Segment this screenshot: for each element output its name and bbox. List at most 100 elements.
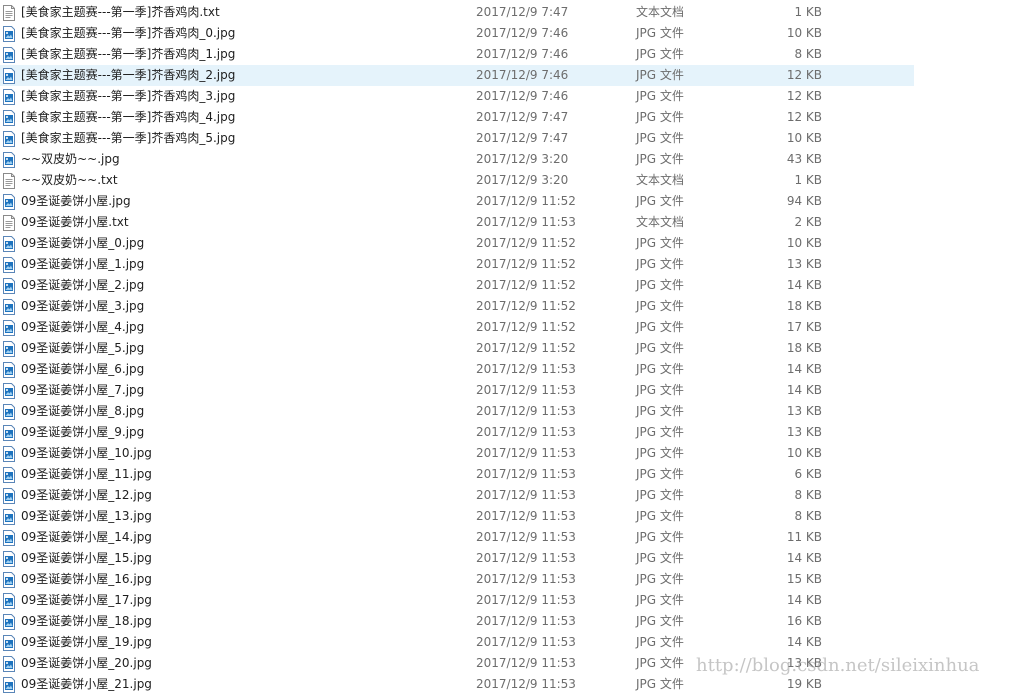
image-file-icon: [2, 299, 16, 315]
file-row[interactable]: 09圣诞姜饼小屋_1.jpg 2017/12/9 11:52 JPG 文件 13 KB: [0, 254, 1026, 275]
file-size: 13 KB: [786, 257, 822, 271]
image-file-icon: [2, 383, 16, 399]
file-date: 2017/12/9 11:53: [476, 551, 576, 565]
file-date: 2017/12/9 11:53: [476, 425, 576, 439]
file-type: JPG 文件: [636, 278, 684, 292]
file-date: 2017/12/9 11:53: [476, 215, 576, 229]
file-name: ~~双皮奶~~.jpg: [21, 152, 120, 166]
file-row[interactable]: [美食家主题赛---第一季]芥香鸡肉_0.jpg 2017/12/9 7:46 JP…: [0, 23, 1026, 44]
file-row[interactable]: 09圣诞姜饼小屋_4.jpg 2017/12/9 11:52 JPG 文件 17 KB: [0, 317, 1026, 338]
file-row[interactable]: [美食家主题赛---第一季]芥香鸡肉_2.jpg 2017/12/9 7:46 JP…: [0, 65, 1026, 86]
file-type: JPG 文件: [636, 131, 684, 145]
file-row[interactable]: 09圣诞姜饼小屋_7.jpg 2017/12/9 11:53 JPG 文件 14 KB: [0, 380, 1026, 401]
file-type: JPG 文件: [636, 467, 684, 481]
file-row[interactable]: [美食家主题赛---第一季]芥香鸡肉_4.jpg 2017/12/9 7:47 JP…: [0, 107, 1026, 128]
file-row[interactable]: 09圣诞姜饼小屋_15.jpg 2017/12/9 11:53 JPG 文件 14 K…: [0, 548, 1026, 569]
file-name: 09圣诞姜饼小屋_15.jpg: [21, 551, 152, 565]
file-size: 1 KB: [794, 173, 822, 187]
file-size: 43 KB: [786, 152, 822, 166]
file-name: [美食家主题赛---第一季]芥香鸡肉_3.jpg: [21, 89, 236, 103]
file-row[interactable]: 09圣诞姜饼小屋_17.jpg 2017/12/9 11:53 JPG 文件 14 K…: [0, 590, 1026, 611]
file-size: 16 KB: [786, 614, 822, 628]
file-type: JPG 文件: [636, 551, 684, 565]
file-size: 1 KB: [794, 5, 822, 19]
image-file-icon: [2, 131, 16, 147]
image-file-icon: [2, 614, 16, 630]
file-size: 10 KB: [786, 26, 822, 40]
file-name: 09圣诞姜饼小屋_19.jpg: [21, 635, 152, 649]
file-name: 09圣诞姜饼小屋_16.jpg: [21, 572, 152, 586]
file-name: [美食家主题赛---第一季]芥香鸡肉_1.jpg: [21, 47, 236, 61]
file-row[interactable]: 09圣诞姜饼小屋.jpg 2017/12/9 11:52 JPG 文件 94 KB: [0, 191, 1026, 212]
file-size: 14 KB: [786, 551, 822, 565]
file-row[interactable]: 09圣诞姜饼小屋_8.jpg 2017/12/9 11:53 JPG 文件 13 KB: [0, 401, 1026, 422]
file-date: 2017/12/9 11:53: [476, 572, 576, 586]
file-name: 09圣诞姜饼小屋_6.jpg: [21, 362, 145, 376]
file-date: 2017/12/9 11:53: [476, 656, 576, 670]
file-row[interactable]: 09圣诞姜饼小屋_6.jpg 2017/12/9 11:53 JPG 文件 14 KB: [0, 359, 1026, 380]
file-type: JPG 文件: [636, 635, 684, 649]
image-file-icon: [2, 68, 16, 84]
image-file-icon: [2, 89, 16, 105]
file-size: 11 KB: [786, 530, 822, 544]
text-file-icon: [2, 173, 16, 189]
file-type: JPG 文件: [636, 110, 684, 124]
file-row[interactable]: 09圣诞姜饼小屋_12.jpg 2017/12/9 11:53 JPG 文件 8 KB: [0, 485, 1026, 506]
file-type: 文本文档: [636, 173, 685, 187]
file-type: JPG 文件: [636, 26, 684, 40]
file-row[interactable]: 09圣诞姜饼小屋_10.jpg 2017/12/9 11:53 JPG 文件 10 K…: [0, 443, 1026, 464]
image-file-icon: [2, 656, 16, 672]
file-size: 14 KB: [786, 278, 822, 292]
file-type: JPG 文件: [636, 362, 684, 376]
file-size: 94 KB: [786, 194, 822, 208]
file-row[interactable]: 09圣诞姜饼小屋_3.jpg 2017/12/9 11:52 JPG 文件 18 KB: [0, 296, 1026, 317]
file-row[interactable]: 09圣诞姜饼小屋_0.jpg 2017/12/9 11:52 JPG 文件 10 KB: [0, 233, 1026, 254]
file-row[interactable]: 09圣诞姜饼小屋_19.jpg 2017/12/9 11:53 JPG 文件 14 K…: [0, 632, 1026, 653]
file-row[interactable]: 09圣诞姜饼小屋_11.jpg 2017/12/9 11:53 JPG 文件 6 KB: [0, 464, 1026, 485]
file-row[interactable]: ~~双皮奶~~.jpg 2017/12/9 3:20 JPG 文件 43 KB: [0, 149, 1026, 170]
file-type: JPG 文件: [636, 614, 684, 628]
file-size: 14 KB: [786, 383, 822, 397]
file-row[interactable]: 09圣诞姜饼小屋_2.jpg 2017/12/9 11:52 JPG 文件 14 KB: [0, 275, 1026, 296]
file-row[interactable]: 09圣诞姜饼小屋.txt 2017/12/9 11:53 文本文档 2 KB: [0, 212, 1026, 233]
file-row[interactable]: 09圣诞姜饼小屋_14.jpg 2017/12/9 11:53 JPG 文件 11 K…: [0, 527, 1026, 548]
file-row[interactable]: 09圣诞姜饼小屋_5.jpg 2017/12/9 11:52 JPG 文件 18 KB: [0, 338, 1026, 359]
file-type: JPG 文件: [636, 488, 684, 502]
file-row[interactable]: 09圣诞姜饼小屋_13.jpg 2017/12/9 11:53 JPG 文件 8 KB: [0, 506, 1026, 527]
file-name: 09圣诞姜饼小屋_1.jpg: [21, 257, 145, 271]
image-file-icon: [2, 509, 16, 525]
file-type: JPG 文件: [636, 656, 684, 670]
file-date: 2017/12/9 7:47: [476, 5, 569, 19]
file-row[interactable]: [美食家主题赛---第一季]芥香鸡肉.txt 2017/12/9 7:47 文本文档…: [0, 2, 1026, 23]
file-size: 19 KB: [786, 677, 822, 691]
file-size: 12 KB: [786, 68, 822, 82]
file-date: 2017/12/9 11:52: [476, 236, 576, 250]
file-type: JPG 文件: [636, 47, 684, 61]
file-date: 2017/12/9 11:53: [476, 467, 576, 481]
file-name: 09圣诞姜饼小屋_14.jpg: [21, 530, 152, 544]
image-file-icon: [2, 593, 16, 609]
file-date: 2017/12/9 11:52: [476, 299, 576, 313]
file-row[interactable]: 09圣诞姜饼小屋_9.jpg 2017/12/9 11:53 JPG 文件 13 KB: [0, 422, 1026, 443]
file-name: 09圣诞姜饼小屋_20.jpg: [21, 656, 152, 670]
file-type: JPG 文件: [636, 194, 684, 208]
file-row[interactable]: [美食家主题赛---第一季]芥香鸡肉_1.jpg 2017/12/9 7:46 JP…: [0, 44, 1026, 65]
file-name: 09圣诞姜饼小屋_8.jpg: [21, 404, 145, 418]
file-row[interactable]: 09圣诞姜饼小屋_16.jpg 2017/12/9 11:53 JPG 文件 15 K…: [0, 569, 1026, 590]
file-row[interactable]: [美食家主题赛---第一季]芥香鸡肉_5.jpg 2017/12/9 7:47 JP…: [0, 128, 1026, 149]
file-name: [美食家主题赛---第一季]芥香鸡肉_0.jpg: [21, 26, 236, 40]
image-file-icon: [2, 194, 16, 210]
file-row[interactable]: 09圣诞姜饼小屋_21.jpg 2017/12/9 11:53 JPG 文件 19 K…: [0, 674, 1026, 695]
file-type: JPG 文件: [636, 383, 684, 397]
image-file-icon: [2, 47, 16, 63]
file-date: 2017/12/9 7:47: [476, 131, 569, 145]
file-size: 18 KB: [786, 341, 822, 355]
file-row[interactable]: [美食家主题赛---第一季]芥香鸡肉_3.jpg 2017/12/9 7:46 JP…: [0, 86, 1026, 107]
file-type: JPG 文件: [636, 68, 684, 82]
image-file-icon: [2, 257, 16, 273]
file-name: [美食家主题赛---第一季]芥香鸡肉_2.jpg: [21, 68, 236, 82]
file-row[interactable]: 09圣诞姜饼小屋_18.jpg 2017/12/9 11:53 JPG 文件 16 K…: [0, 611, 1026, 632]
file-name: 09圣诞姜饼小屋_0.jpg: [21, 236, 145, 250]
file-size: 14 KB: [786, 362, 822, 376]
file-row[interactable]: ~~双皮奶~~.txt 2017/12/9 3:20 文本文档 1 KB: [0, 170, 1026, 191]
